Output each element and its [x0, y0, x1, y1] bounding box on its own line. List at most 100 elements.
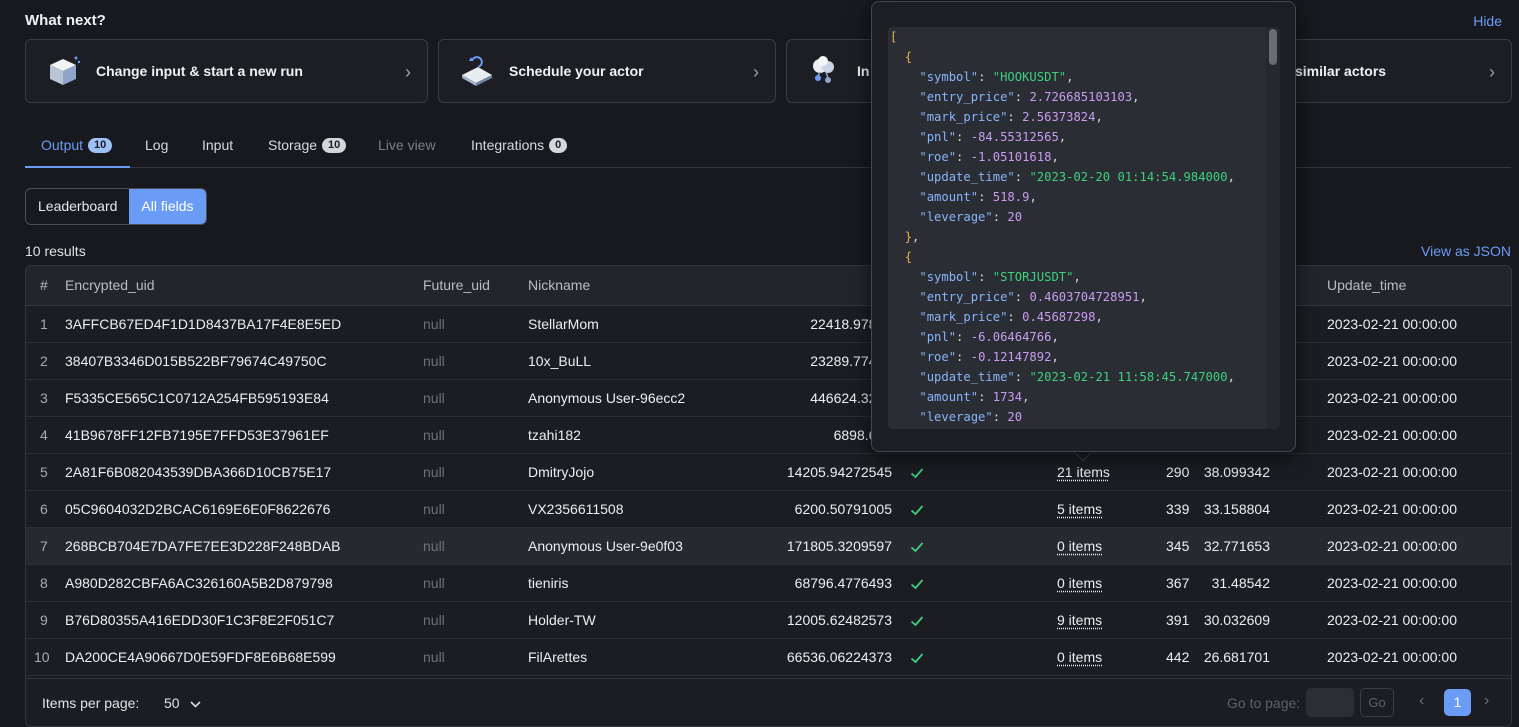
table-row[interactable]: 10 DA200CE4A90667D0E59FDF8E6B68E599 null Fi… [26, 639, 1511, 676]
cell-future-uid: null [423, 353, 445, 369]
table-row[interactable]: 8 A980D282CBFA6AC326160A5B2D879798 null tie… [26, 565, 1511, 602]
row-index: 1 [40, 316, 48, 332]
cell-update-time: 2023-02-21 00:00:00 [1327, 501, 1457, 517]
cell-positions[interactable]: 9 items [1057, 612, 1102, 628]
table-row[interactable]: 9 B76D80355A416EDD30F1C3F8E2F051C7 null Hol… [26, 602, 1511, 639]
cell-rank: 290 [1166, 464, 1190, 480]
current-page-button[interactable]: 1 [1444, 689, 1471, 716]
cell-nickname: Anonymous User-9e0f03 [528, 538, 683, 554]
whatnext-title: What next? [25, 12, 106, 29]
check-icon [910, 540, 924, 556]
table-row[interactable]: 6 05C9604032D2BCAC6169E6E0F8622676 null VX2… [26, 491, 1511, 528]
cube-icon [44, 52, 82, 90]
chevron-right-icon[interactable]: › [1484, 692, 1489, 710]
all-fields-button[interactable]: All fields [129, 189, 206, 224]
cell-nickname: tieniris [528, 575, 569, 591]
header-encrypted-uid[interactable]: Encrypted_uid [65, 277, 155, 293]
items-per-page-value: 50 [164, 695, 180, 711]
cell-update-time: 2023-02-21 00:00:00 [1327, 649, 1457, 665]
card-label: Schedule your actor [509, 63, 644, 79]
row-index: 8 [40, 575, 48, 591]
tab-label: Integrations [471, 137, 545, 153]
chevron-right-icon: › [753, 62, 759, 82]
cell-nickname: DmitryJojo [528, 464, 595, 480]
cell-update-time: 2023-02-21 00:00:00 [1327, 612, 1457, 628]
cell-positions[interactable]: 0 items [1057, 649, 1102, 665]
items-per-page-label: Items per page: [42, 695, 140, 711]
cell-rank: 391 [1166, 612, 1190, 628]
cell-encrypted-uid: 05C9604032D2BCAC6169E6E0F8622676 [65, 501, 331, 517]
row-index: 4 [40, 427, 48, 443]
table-row[interactable]: 7 268BCB704E7DA7FE7EE3D228F248BDAB null Ano… [26, 528, 1511, 565]
cell-nickname: 10x_BuLL [528, 353, 592, 369]
cell-rank: 339 [1166, 501, 1190, 517]
integration-icon [805, 52, 843, 90]
cell-update-time: 2023-02-21 00:00:00 [1327, 464, 1457, 480]
tab-log[interactable]: Log [145, 137, 168, 153]
row-index: 3 [40, 390, 48, 406]
cell-future-uid: null [423, 390, 445, 406]
cell-nickname: Holder-TW [528, 612, 596, 628]
header-future-uid[interactable]: Future_uid [423, 277, 490, 293]
tab-storage[interactable]: Storage 10 [268, 137, 347, 153]
row-index: 5 [40, 464, 48, 480]
cell-encrypted-uid: 38407B3346D015B522BF79674C49750C [65, 353, 327, 369]
cell-future-uid: null [423, 464, 445, 480]
card-schedule-actor[interactable]: Schedule your actor › [438, 39, 776, 103]
check-icon [910, 577, 924, 593]
pagination-bar: Items per page: 50 Go to page: Go ‹ 1 › [26, 678, 1511, 726]
row-index: 2 [40, 353, 48, 369]
cell-future-uid: null [423, 501, 445, 517]
tab-label: Input [202, 137, 234, 153]
card-change-input[interactable]: Change input & start a new run › [25, 39, 428, 103]
chevron-left-icon[interactable]: ‹ [1419, 692, 1424, 710]
header-index: # [40, 277, 48, 293]
view-as-json-link[interactable]: View as JSON [1421, 243, 1511, 259]
json-code-block[interactable]: [ { "symbol": "HOOKUSDT", "entry_price":… [888, 27, 1280, 429]
cell-nickname: FilArettes [528, 649, 588, 665]
cell-update-time: 2023-02-21 00:00:00 [1327, 390, 1457, 406]
tab-integrations[interactable]: Integrations 0 [471, 137, 568, 153]
cell-future-uid: null [423, 649, 445, 665]
card-similar-actors[interactable]: similar actors › [1280, 39, 1512, 103]
tab-live-view[interactable]: Live view [378, 137, 436, 153]
chevron-right-icon: › [405, 62, 411, 82]
cell-encrypted-uid: B76D80355A416EDD30F1C3F8E2F051C7 [65, 612, 335, 628]
cell-pnl: 14205.94272545 [786, 464, 892, 480]
scroll-track [1266, 27, 1280, 429]
tab-output[interactable]: Output 10 [41, 137, 113, 153]
cell-pnl: 12005.62482573 [786, 612, 892, 628]
cell-pnl: 171805.3209597 [786, 538, 892, 554]
cell-future-uid: null [423, 316, 445, 332]
cell-nickname: VX2356611508 [528, 501, 624, 517]
cell-pnl: 6200.50791005 [794, 501, 892, 517]
cell-rank: 345 [1166, 538, 1190, 554]
schedule-icon [457, 52, 495, 90]
cell-roi: 33.158804 [1203, 501, 1270, 517]
scrollbar-thumb[interactable] [1269, 29, 1277, 65]
cell-positions[interactable]: 21 items [1057, 464, 1110, 480]
cell-future-uid: null [423, 427, 445, 443]
row-index: 7 [40, 538, 48, 554]
leaderboard-button[interactable]: Leaderboard [26, 189, 129, 224]
cell-update-time: 2023-02-21 00:00:00 [1327, 427, 1457, 443]
tab-input[interactable]: Input [202, 137, 233, 153]
results-count: 10 results [25, 243, 86, 259]
count-badge: 10 [88, 137, 113, 153]
header-nickname[interactable]: Nickname [528, 277, 590, 293]
go-to-page-input[interactable] [1306, 688, 1354, 717]
cell-positions[interactable]: 0 items [1057, 575, 1102, 591]
cell-encrypted-uid: 3AFFCB67ED4F1D1D8437BA17F4E8E5ED [65, 316, 342, 332]
hide-link[interactable]: Hide [1473, 13, 1502, 29]
cell-encrypted-uid: 41B9678FF12FB7195E7FFD53E37961EF [65, 427, 329, 443]
header-update-time[interactable]: Update_time [1327, 277, 1406, 293]
go-button[interactable]: Go [1360, 688, 1394, 717]
row-index: 9 [40, 612, 48, 628]
cell-positions[interactable]: 0 items [1057, 538, 1102, 554]
cell-update-time: 2023-02-21 00:00:00 [1327, 353, 1457, 369]
cell-positions[interactable]: 5 items [1057, 501, 1102, 517]
cell-rank: 367 [1166, 575, 1190, 591]
card-label: Change input & start a new run [96, 63, 303, 79]
table-row[interactable]: 5 2A81F6B082043539DBA366D10CB75E17 null Dmi… [26, 454, 1511, 491]
items-per-page-select[interactable]: 50 [164, 695, 201, 711]
